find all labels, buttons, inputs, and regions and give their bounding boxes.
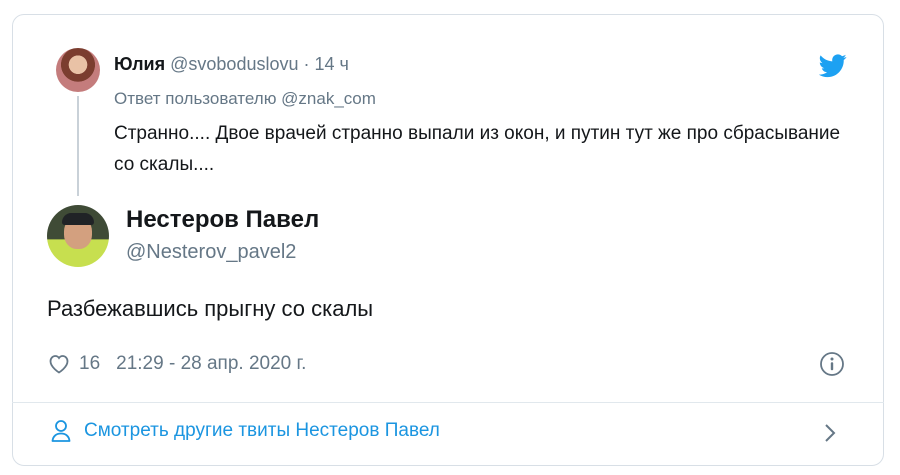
parent-author-avatar[interactable] bbox=[56, 48, 100, 92]
heart-icon[interactable] bbox=[47, 352, 71, 376]
tweet-text: Разбежавшись прыгну со скалы bbox=[47, 296, 374, 321]
like-count[interactable]: 16 bbox=[79, 353, 100, 375]
embedded-tweet-card bbox=[12, 14, 884, 466]
reply-to-label[interactable]: Ответ пользователю @znak_com bbox=[114, 89, 376, 109]
tweet-meta: 16 21:29 - 28 апр. 2020 г. bbox=[47, 349, 306, 379]
avatar-cap bbox=[62, 213, 94, 225]
tweet-timestamp[interactable]: 21:29 - 28 апр. 2020 г. bbox=[116, 353, 306, 375]
parent-author-handle[interactable]: @svoboduslovu bbox=[170, 54, 298, 74]
person-icon bbox=[51, 420, 71, 442]
header-separator: · bbox=[303, 54, 310, 74]
info-icon[interactable] bbox=[818, 350, 846, 378]
chevron-right-icon[interactable] bbox=[822, 421, 838, 445]
more-tweets-link[interactable]: Смотреть другие твиты Нестеров Павел bbox=[50, 419, 440, 443]
parent-tweet-time[interactable]: 14 ч bbox=[315, 54, 349, 74]
thread-connector-line bbox=[77, 96, 79, 196]
author-name[interactable]: Нестеров Павел bbox=[126, 206, 319, 234]
twitter-bird-icon[interactable] bbox=[819, 54, 847, 78]
author-handle[interactable]: @Nesterov_pavel2 bbox=[126, 241, 296, 264]
parent-tweet-text: Странно.... Двое врачей странно выпали и… bbox=[114, 123, 841, 175]
more-tweets-label[interactable]: Смотреть другие твиты Нестеров Павел bbox=[84, 420, 440, 442]
author-avatar[interactable] bbox=[47, 205, 109, 267]
parent-author-name[interactable]: Юлия bbox=[114, 54, 165, 74]
card-divider bbox=[12, 402, 884, 403]
parent-tweet-header: Юлия @svoboduslovu · 14 ч bbox=[114, 53, 349, 75]
